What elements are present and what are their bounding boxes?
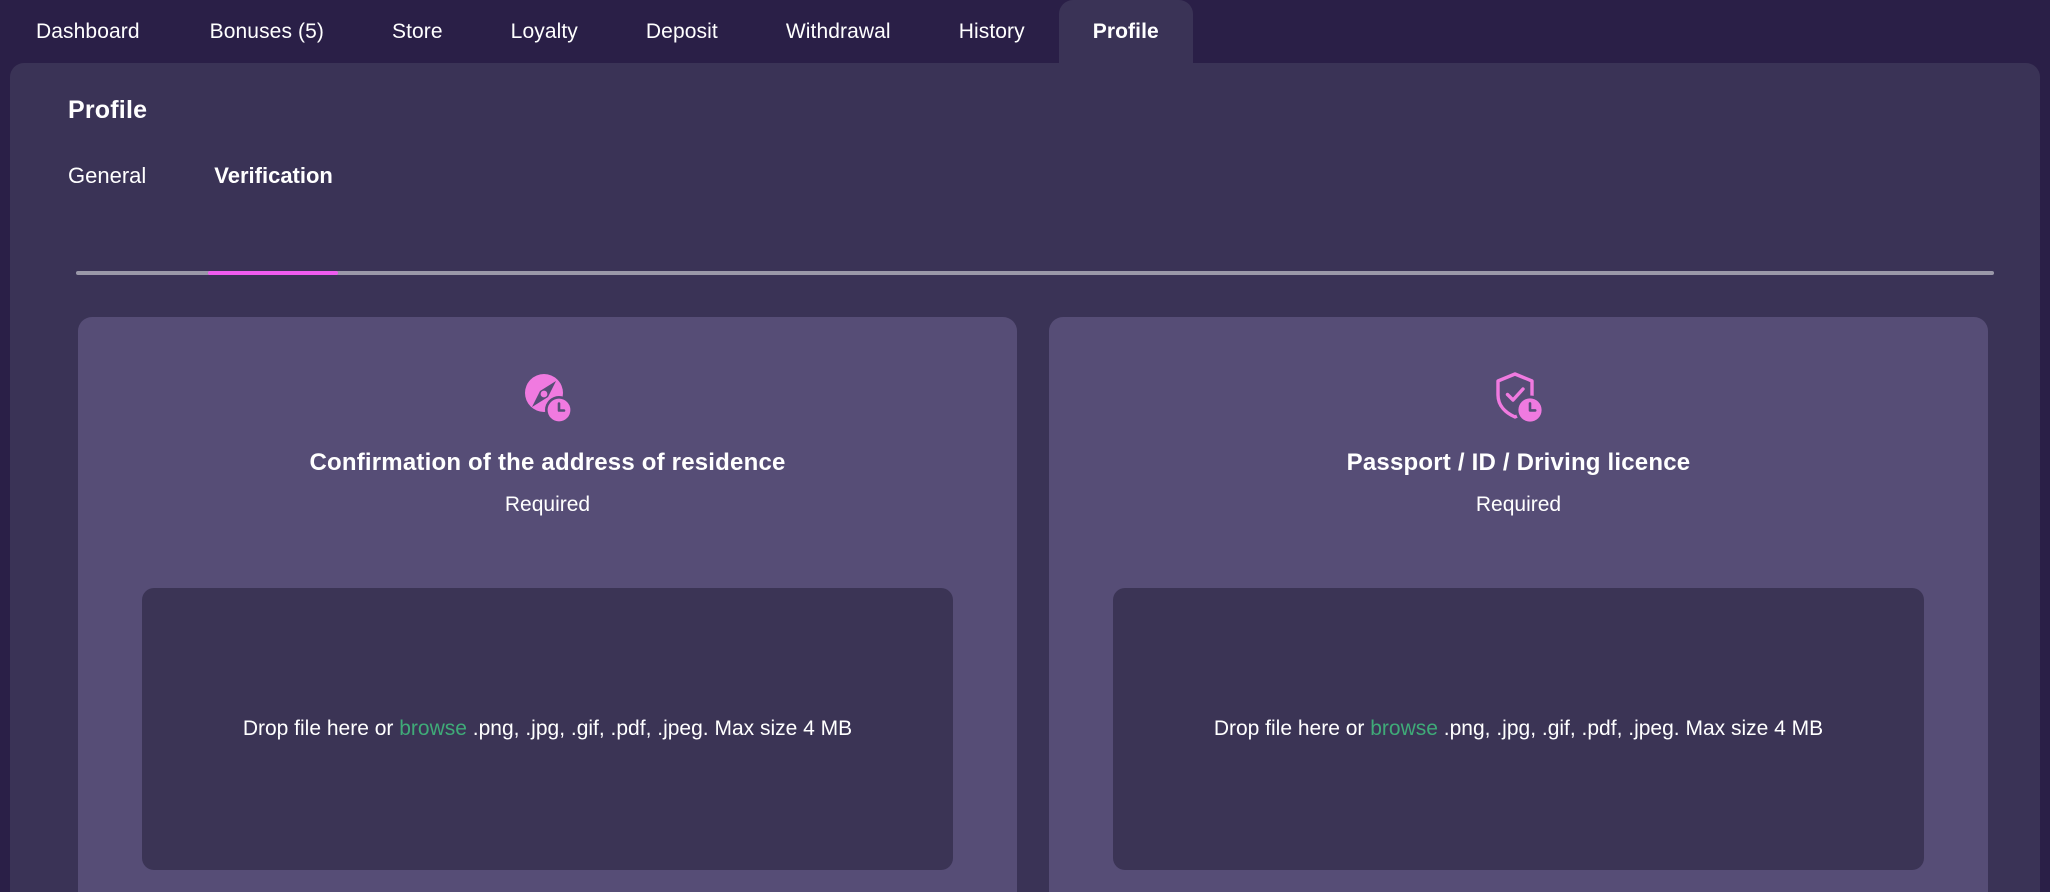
card-status: Required <box>504 492 591 516</box>
nav-tab-withdrawal[interactable]: Withdrawal <box>752 0 925 63</box>
nav-tab-store[interactable]: Store <box>358 0 477 63</box>
verification-card-address: Confirmation of the address of residence… <box>78 317 1017 892</box>
nav-tab-deposit[interactable]: Deposit <box>612 0 752 63</box>
card-title: Passport / ID / Driving licence <box>1346 449 1691 476</box>
card-status: Required <box>1475 492 1562 516</box>
verification-cards: Confirmation of the address of residence… <box>78 317 1988 892</box>
file-dropzone-address[interactable]: Drop file here or browse .png, .jpg, .gi… <box>142 588 953 870</box>
dropzone-suffix: .png, .jpg, .gif, .pdf, .jpeg. Max size … <box>1443 717 1824 741</box>
main-navigation: Dashboard Bonuses (5) Store Loyalty Depo… <box>0 0 2050 63</box>
subtabs-divider <box>76 271 1994 275</box>
browse-link[interactable]: browse <box>399 717 467 740</box>
verification-card-identity: Passport / ID / Driving licence Required… <box>1049 317 1988 892</box>
card-title: Confirmation of the address of residence <box>309 449 786 476</box>
dropzone-text: Drop file here or browse .png, .jpg, .gi… <box>243 714 852 743</box>
nav-tab-loyalty[interactable]: Loyalty <box>477 0 612 63</box>
compass-clock-icon <box>518 369 578 429</box>
dropzone-prefix: Drop file here or <box>242 717 394 741</box>
page-title: Profile <box>68 96 148 124</box>
app-root: Dashboard Bonuses (5) Store Loyalty Depo… <box>0 0 2050 892</box>
subtab-verification[interactable]: Verification <box>214 163 333 215</box>
nav-tab-history[interactable]: History <box>925 0 1059 63</box>
dropzone-prefix: Drop file here or <box>1213 717 1365 741</box>
panel-inner: Profile General Verification Confirmatio… <box>10 63 2040 892</box>
nav-tab-dashboard[interactable]: Dashboard <box>0 0 176 63</box>
nav-tab-profile[interactable]: Profile <box>1058 0 1193 63</box>
profile-panel: Profile General Verification Confirmatio… <box>10 63 2040 892</box>
nav-tab-bonuses[interactable]: Bonuses (5) <box>176 0 358 63</box>
dropzone-text: Drop file here or browse .png, .jpg, .gi… <box>1214 714 1823 743</box>
shield-check-clock-icon <box>1489 369 1549 429</box>
file-dropzone-identity[interactable]: Drop file here or browse .png, .jpg, .gi… <box>1113 588 1924 870</box>
browse-link[interactable]: browse <box>1370 717 1438 740</box>
subtab-active-indicator <box>208 271 338 275</box>
subtab-general[interactable]: General <box>68 163 146 215</box>
profile-subtabs: General Verification <box>68 163 401 215</box>
dropzone-suffix: .png, .jpg, .gif, .pdf, .jpeg. Max size … <box>472 717 853 741</box>
